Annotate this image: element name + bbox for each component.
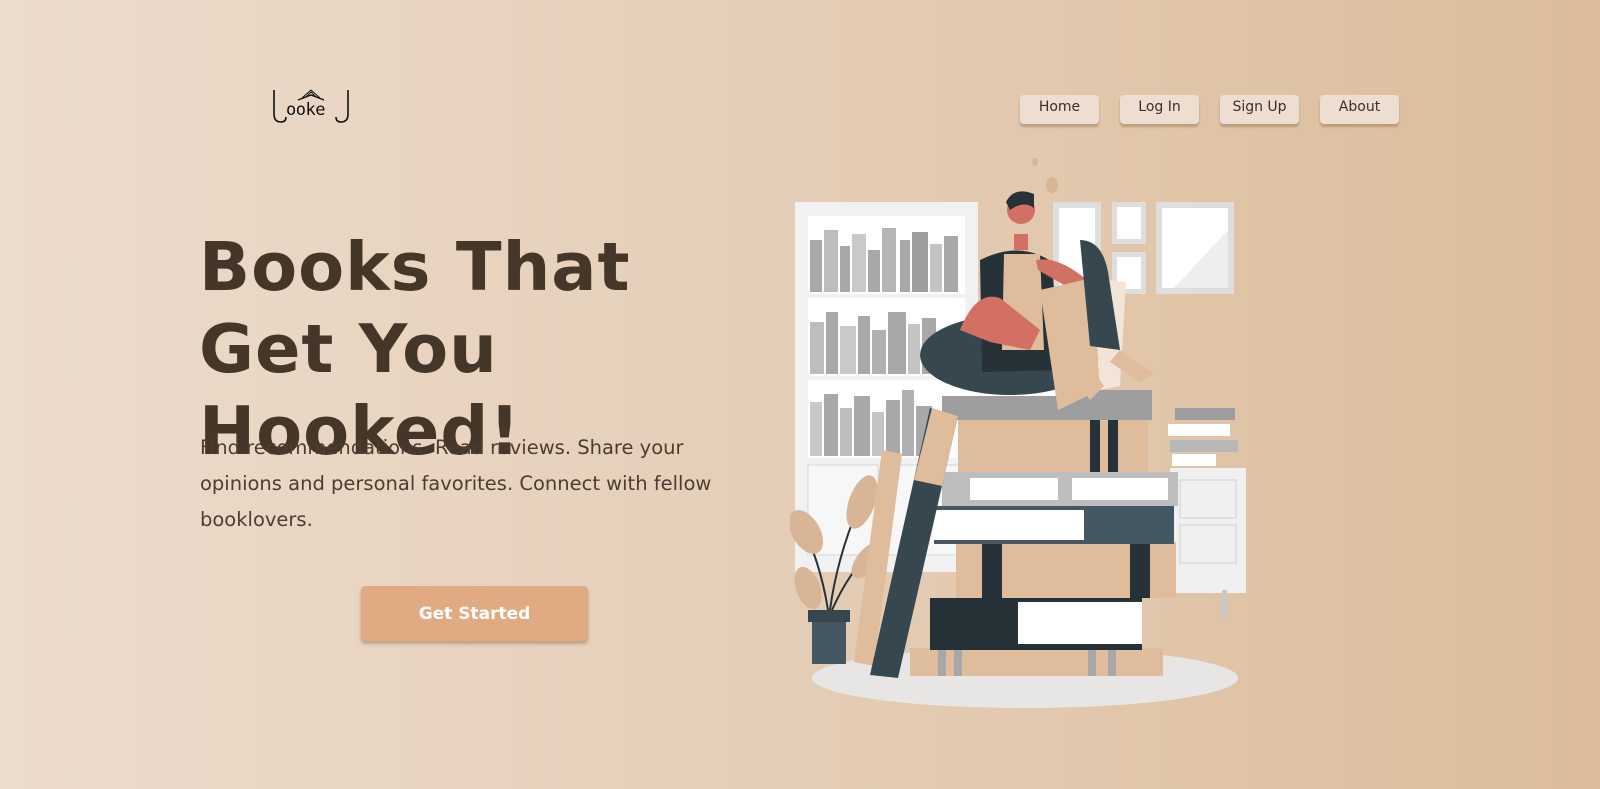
reading-person-illustration	[790, 158, 1246, 708]
nav-login-button[interactable]: Log In	[1120, 95, 1199, 124]
hero-illustration	[790, 150, 1250, 720]
main-nav: Home Log In Sign Up About	[1020, 95, 1399, 124]
hero-subtitle: Find recommendations. Read reviews. Shar…	[200, 436, 712, 531]
nav-home-button[interactable]: Home	[1020, 95, 1099, 124]
nav-signup-button[interactable]: Sign Up	[1220, 95, 1299, 124]
get-started-button[interactable]: Get Started	[361, 586, 588, 641]
brand-logo[interactable]: ooke	[268, 86, 354, 126]
nav-about-button[interactable]: About	[1320, 95, 1399, 124]
logo-text: ooke	[286, 100, 325, 120]
